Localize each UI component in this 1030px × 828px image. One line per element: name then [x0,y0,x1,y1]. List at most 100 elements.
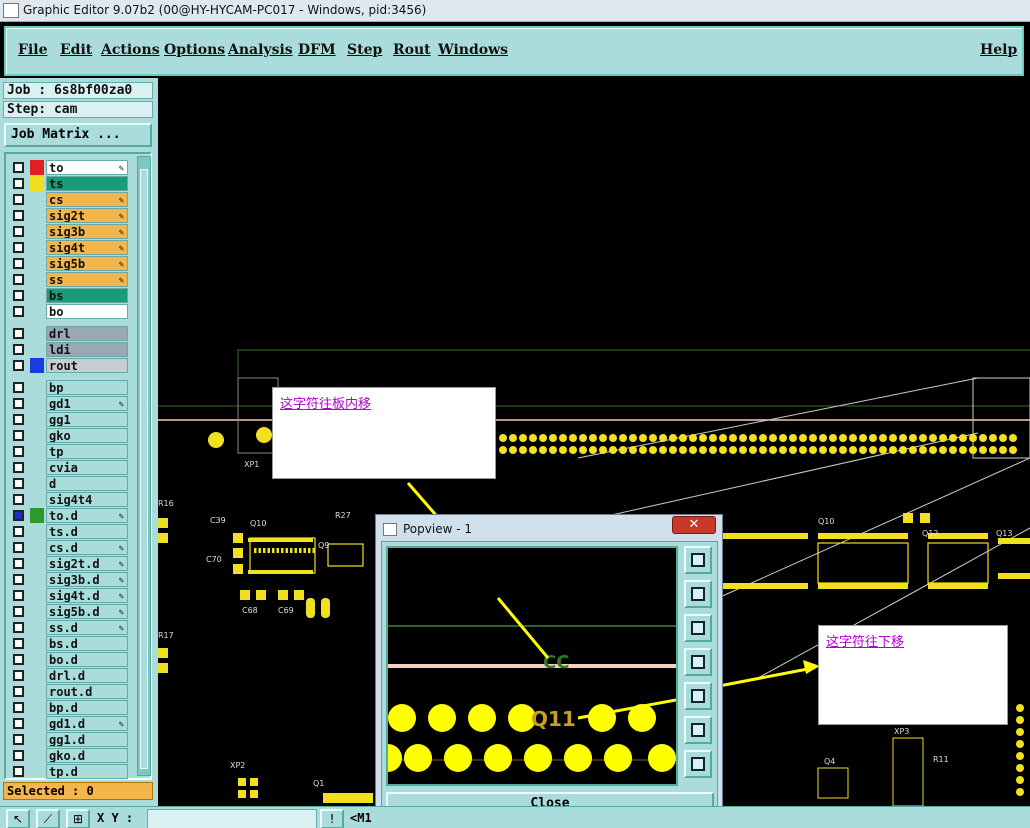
layer-checkbox[interactable] [13,360,24,371]
layer-checkbox[interactable] [13,702,24,713]
layer-color-swatch[interactable] [30,524,44,539]
layer-name[interactable]: bp [46,380,128,395]
pan-down-icon[interactable] [684,614,712,642]
popview-canvas[interactable]: CC Q11 [386,546,678,786]
layer-color-swatch[interactable] [30,572,44,587]
layer-name[interactable]: ss ✎ [46,272,128,287]
layer-name[interactable]: sig4t.d ✎ [46,588,128,603]
layer-list-scrollbar[interactable] [137,156,151,776]
layer-name[interactable]: sig4t4 [46,492,128,507]
layer-name[interactable]: cs ✎ [46,192,128,207]
menu-step[interactable]: Step [347,42,382,58]
layer-name[interactable]: sig3b ✎ [46,224,128,239]
alert-icon[interactable]: ! [320,809,344,828]
layer-checkbox[interactable] [13,290,24,301]
popview-titlebar[interactable]: Popview - 1 ✕ [376,515,722,541]
layer-name[interactable]: gko [46,428,128,443]
layer-color-swatch[interactable] [30,412,44,427]
layer-row-drl[interactable]: drl [10,326,130,341]
zoom-fit-icon[interactable] [684,546,712,574]
layer-color-swatch[interactable] [30,668,44,683]
layer-color-swatch[interactable] [30,342,44,357]
layer-checkbox[interactable] [13,242,24,253]
layer-checkbox[interactable] [13,590,24,601]
menu-windows[interactable]: Windows [438,42,508,58]
layer-color-swatch[interactable] [30,208,44,223]
layer-color-swatch[interactable] [30,288,44,303]
layer-name[interactable]: ss.d ✎ [46,620,128,635]
scrollbar-thumb[interactable] [140,169,148,769]
layer-color-swatch[interactable] [30,272,44,287]
layer-checkbox[interactable] [13,494,24,505]
layer-color-swatch[interactable] [30,700,44,715]
layer-row-to.d[interactable]: to.d ✎ [10,508,130,523]
layer-checkbox[interactable] [13,162,24,173]
layer-name[interactable]: tp.d [46,764,128,779]
layer-checkbox[interactable] [13,654,24,665]
layer-row-rout.d[interactable]: rout.d [10,684,130,699]
layer-color-swatch[interactable] [30,476,44,491]
pan-up-icon[interactable] [684,580,712,608]
layer-name[interactable]: to.d ✎ [46,508,128,523]
layer-row-rout[interactable]: rout [10,358,130,373]
layer-color-swatch[interactable] [30,358,44,373]
layer-name[interactable]: gko.d [46,748,128,763]
layer-row-ts[interactable]: ts [10,176,130,191]
layer-row-cs.d[interactable]: cs.d ✎ [10,540,130,555]
layer-row-gd1[interactable]: gd1 ✎ [10,396,130,411]
layer-row-drl.d[interactable]: drl.d [10,668,130,683]
layer-color-swatch[interactable] [30,556,44,571]
layer-row-ss.d[interactable]: ss.d ✎ [10,620,130,635]
layer-name[interactable]: d [46,476,128,491]
close-icon[interactable]: ✕ [672,516,716,534]
layer-color-swatch[interactable] [30,380,44,395]
layer-name[interactable]: sig2t ✎ [46,208,128,223]
menu-rout[interactable]: Rout [393,42,431,58]
layer-row-sig5b[interactable]: sig5b ✎ [10,256,130,271]
layer-row-sig2t[interactable]: sig2t ✎ [10,208,130,223]
layer-row-sig3b[interactable]: sig3b ✎ [10,224,130,239]
layer-row-sig4t[interactable]: sig4t ✎ [10,240,130,255]
layer-checkbox[interactable] [13,328,24,339]
measure-tool-icon[interactable]: ⟋ [36,809,60,828]
layer-checkbox[interactable] [13,382,24,393]
layer-row-gko.d[interactable]: gko.d [10,748,130,763]
layer-name[interactable]: sig2t.d ✎ [46,556,128,571]
layer-checkbox[interactable] [13,718,24,729]
layer-name[interactable]: rout [46,358,128,373]
layer-name[interactable]: sig4t ✎ [46,240,128,255]
layer-checkbox[interactable] [13,622,24,633]
layer-color-swatch[interactable] [30,460,44,475]
layer-name[interactable]: ts.d [46,524,128,539]
menu-analysis[interactable]: Analysis [228,42,293,58]
layer-color-swatch[interactable] [30,748,44,763]
layer-color-swatch[interactable] [30,428,44,443]
layer-row-sig2t.d[interactable]: sig2t.d ✎ [10,556,130,571]
layer-color-swatch[interactable] [30,396,44,411]
layer-checkbox[interactable] [13,414,24,425]
layer-color-swatch[interactable] [30,224,44,239]
layer-checkbox[interactable] [13,306,24,317]
menu-dfm[interactable]: DFM [298,42,336,58]
layer-color-swatch[interactable] [30,326,44,341]
layer-checkbox[interactable] [13,478,24,489]
layer-checkbox[interactable] [13,638,24,649]
pan-left-icon[interactable] [684,648,712,676]
layer-row-bs[interactable]: bs [10,288,130,303]
layer-color-swatch[interactable] [30,636,44,651]
layer-color-swatch[interactable] [30,588,44,603]
layer-name[interactable]: bo [46,304,128,319]
layer-name[interactable]: tp [46,444,128,459]
menu-actions[interactable]: Actions [101,42,160,58]
layer-name[interactable]: to ✎ [46,160,128,175]
layer-row-sig5b.d[interactable]: sig5b.d ✎ [10,604,130,619]
layer-name[interactable]: bp.d [46,700,128,715]
layer-color-swatch[interactable] [30,176,44,191]
layer-name[interactable]: drl [46,326,128,341]
layer-color-swatch[interactable] [30,652,44,667]
layer-row-d[interactable]: d [10,476,130,491]
layer-color-swatch[interactable] [30,508,44,523]
layer-row-cs[interactable]: cs ✎ [10,192,130,207]
layer-color-swatch[interactable] [30,192,44,207]
menu-file[interactable]: File [18,42,47,58]
